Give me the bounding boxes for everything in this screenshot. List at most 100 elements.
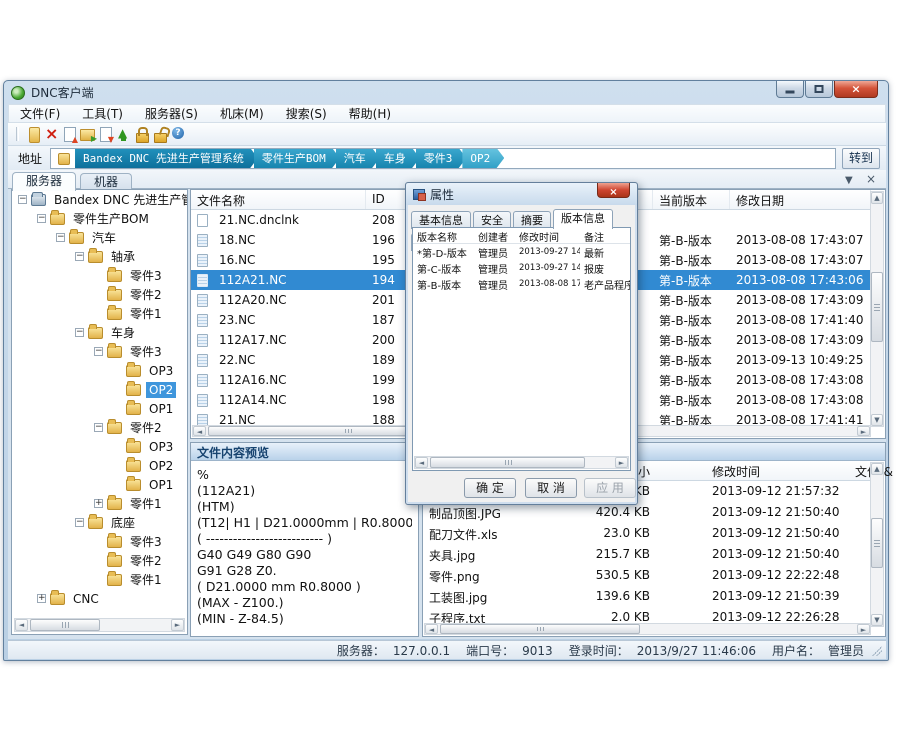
scroll-thumb[interactable] xyxy=(871,272,883,342)
第-C-版本[interactable]: 第-C-版本 管理员 2013-09-27 14:... 报废 xyxy=(413,260,630,276)
column-note[interactable]: 备注 xyxy=(580,228,630,243)
version-list-header[interactable]: 版本名称 创建者 修改时间 备注 xyxy=(413,228,630,244)
tree-item[interactable]: 轴承 xyxy=(12,247,187,266)
breadcrumb-segment[interactable]: 零件生产BOM xyxy=(254,148,340,169)
breadcrumb-segment[interactable]: 汽车 xyxy=(336,148,380,169)
tree-expander-icon[interactable] xyxy=(94,347,103,356)
tree-item[interactable]: OP1 xyxy=(12,475,187,494)
scroll-down-icon[interactable] xyxy=(871,614,883,626)
scroll-left-icon[interactable] xyxy=(415,457,428,468)
menu-item[interactable]: 文件(F) xyxy=(9,105,71,123)
配刀文件.xls[interactable]: 配刀文件.xls 23.0 KB 2013-09-12 21:50:40 xyxy=(423,523,871,544)
tree-expander-icon[interactable] xyxy=(37,214,46,223)
unlock-icon[interactable] xyxy=(151,125,168,143)
tree-item[interactable]: 零件生产BOM xyxy=(12,209,187,228)
夹具.jpg[interactable]: 夹具.jpg 215.7 KB 2013-09-12 21:50:40 xyxy=(423,544,871,565)
tree-item[interactable]: 零件2 xyxy=(12,418,187,437)
menu-item[interactable]: 帮助(H) xyxy=(338,105,402,123)
pane-dropdown-icon[interactable]: ▼ xyxy=(845,175,853,186)
pane-close-icon[interactable]: × xyxy=(866,172,876,186)
tree-item[interactable]: 零件3 xyxy=(12,266,187,285)
menu-item[interactable]: 工具(T) xyxy=(71,105,134,123)
tree-item[interactable]: OP2 xyxy=(12,380,187,399)
column-version-name[interactable]: 版本名称 xyxy=(413,228,474,243)
工装图.jpg[interactable]: 工装图.jpg 139.6 KB 2013-09-12 21:50:39 xyxy=(423,586,871,607)
menu-item[interactable]: 机床(M) xyxy=(209,105,275,123)
view-tab[interactable]: 服务器 xyxy=(12,172,76,191)
breadcrumb-segment[interactable]: Bandex DNC 先进生产管理系统 xyxy=(75,148,258,169)
checkout-document-icon[interactable] xyxy=(97,125,114,143)
*第-D-版本[interactable]: *第-D-版本 管理员 2013-09-27 14:... 最新 xyxy=(413,244,630,260)
tree-expander-icon[interactable] xyxy=(75,328,84,337)
tree-expander-icon[interactable] xyxy=(75,252,84,261)
tree-item[interactable]: Bandex DNC 先进生产管理系统 xyxy=(12,190,187,209)
scroll-right-icon[interactable] xyxy=(615,457,628,468)
scroll-up-icon[interactable] xyxy=(871,463,883,475)
close-button[interactable]: × xyxy=(834,81,878,98)
scroll-up-icon[interactable] xyxy=(871,192,883,204)
go-button[interactable]: 转到 xyxy=(842,148,880,169)
tree-item[interactable]: 零件3 xyxy=(12,532,187,551)
tree-expander-icon[interactable] xyxy=(56,233,65,242)
tree-item[interactable]: 车身 xyxy=(12,323,187,342)
tree-item[interactable]: 零件2 xyxy=(12,551,187,570)
maximize-button[interactable] xyxy=(805,81,833,98)
tree-expander-icon[interactable] xyxy=(94,423,103,432)
tree-item[interactable]: 零件1 xyxy=(12,304,187,323)
ok-button[interactable]: 确 定 xyxy=(464,478,516,498)
tree-item[interactable]: OP2 xyxy=(12,456,187,475)
制品顶图.JPG[interactable]: 制品顶图.JPG 420.4 KB 2013-09-12 21:50:40 xyxy=(423,502,871,523)
tree-expander-icon[interactable] xyxy=(18,195,27,204)
scroll-thumb[interactable] xyxy=(30,619,100,631)
tree-item[interactable]: 零件1 xyxy=(12,494,187,513)
apply-button[interactable]: 应 用 xyxy=(584,478,636,498)
dialog-close-button[interactable]: × xyxy=(597,183,630,198)
new-file-icon[interactable] xyxy=(25,125,42,143)
title-bar[interactable]: DNC客户端 × xyxy=(4,81,888,104)
tree-item[interactable]: 零件1 xyxy=(12,570,187,589)
delete-icon[interactable] xyxy=(43,125,60,143)
scroll-thumb[interactable] xyxy=(440,624,640,634)
scroll-thumb[interactable] xyxy=(430,457,585,468)
tree-item[interactable]: 零件2 xyxy=(12,285,187,304)
checkin-document-icon[interactable] xyxy=(61,125,78,143)
column-time[interactable]: 修改时间 xyxy=(706,461,849,482)
tree-horizontal-scrollbar[interactable] xyxy=(14,618,185,632)
scroll-right-icon[interactable] xyxy=(857,426,870,436)
menu-item[interactable]: 服务器(S) xyxy=(134,105,209,123)
tree-expander-icon[interactable] xyxy=(37,594,46,603)
column-creator[interactable]: 创建者 xyxy=(474,228,515,243)
resize-grip[interactable] xyxy=(872,646,882,656)
breadcrumb[interactable]: Bandex DNC 先进生产管理系统零件生产BOM汽车车身零件3OP2 xyxy=(50,148,836,169)
lock-icon[interactable] xyxy=(133,125,150,143)
open-folder-icon[interactable] xyxy=(79,125,96,143)
attachments-horizontal-scrollbar[interactable] xyxy=(424,623,871,635)
零件.png[interactable]: 零件.png 530.5 KB 2013-09-12 22:22:48 xyxy=(423,565,871,586)
breadcrumb-segment[interactable]: 车身 xyxy=(376,148,420,169)
attachments-vertical-scrollbar[interactable] xyxy=(870,462,884,627)
scroll-left-icon[interactable] xyxy=(15,619,28,631)
scroll-right-icon[interactable] xyxy=(857,624,870,634)
tree-item[interactable]: 零件3 xyxy=(12,342,187,361)
tree-item[interactable]: OP3 xyxy=(12,437,187,456)
dialog-tab[interactable]: 版本信息 xyxy=(553,209,613,229)
tree-item[interactable]: OP3 xyxy=(12,361,187,380)
column-modified[interactable]: 修改时间 xyxy=(515,228,580,243)
cancel-button[interactable]: 取 消 xyxy=(525,478,577,498)
scroll-left-icon[interactable] xyxy=(425,624,438,634)
menu-item[interactable]: 搜索(S) xyxy=(275,105,338,123)
tree-item[interactable]: CNC xyxy=(12,589,187,608)
column-date[interactable]: 修改日期 xyxy=(730,190,871,209)
tree-expander-icon[interactable] xyxy=(75,518,84,527)
scroll-right-icon[interactable] xyxy=(171,619,184,631)
scroll-thumb[interactable] xyxy=(871,518,883,568)
tree-item[interactable]: 汽车 xyxy=(12,228,187,247)
tree-item[interactable]: 底座 xyxy=(12,513,187,532)
scroll-down-icon[interactable] xyxy=(871,414,883,426)
tree-expander-icon[interactable] xyxy=(94,499,103,508)
column-version[interactable]: 当前版本 xyxy=(653,190,730,209)
dialog-title-bar[interactable]: 属性 × xyxy=(406,183,637,205)
column-name[interactable]: 文件名称 xyxy=(191,190,366,209)
minimize-button[interactable] xyxy=(776,81,804,98)
file-list-vertical-scrollbar[interactable] xyxy=(870,191,884,427)
